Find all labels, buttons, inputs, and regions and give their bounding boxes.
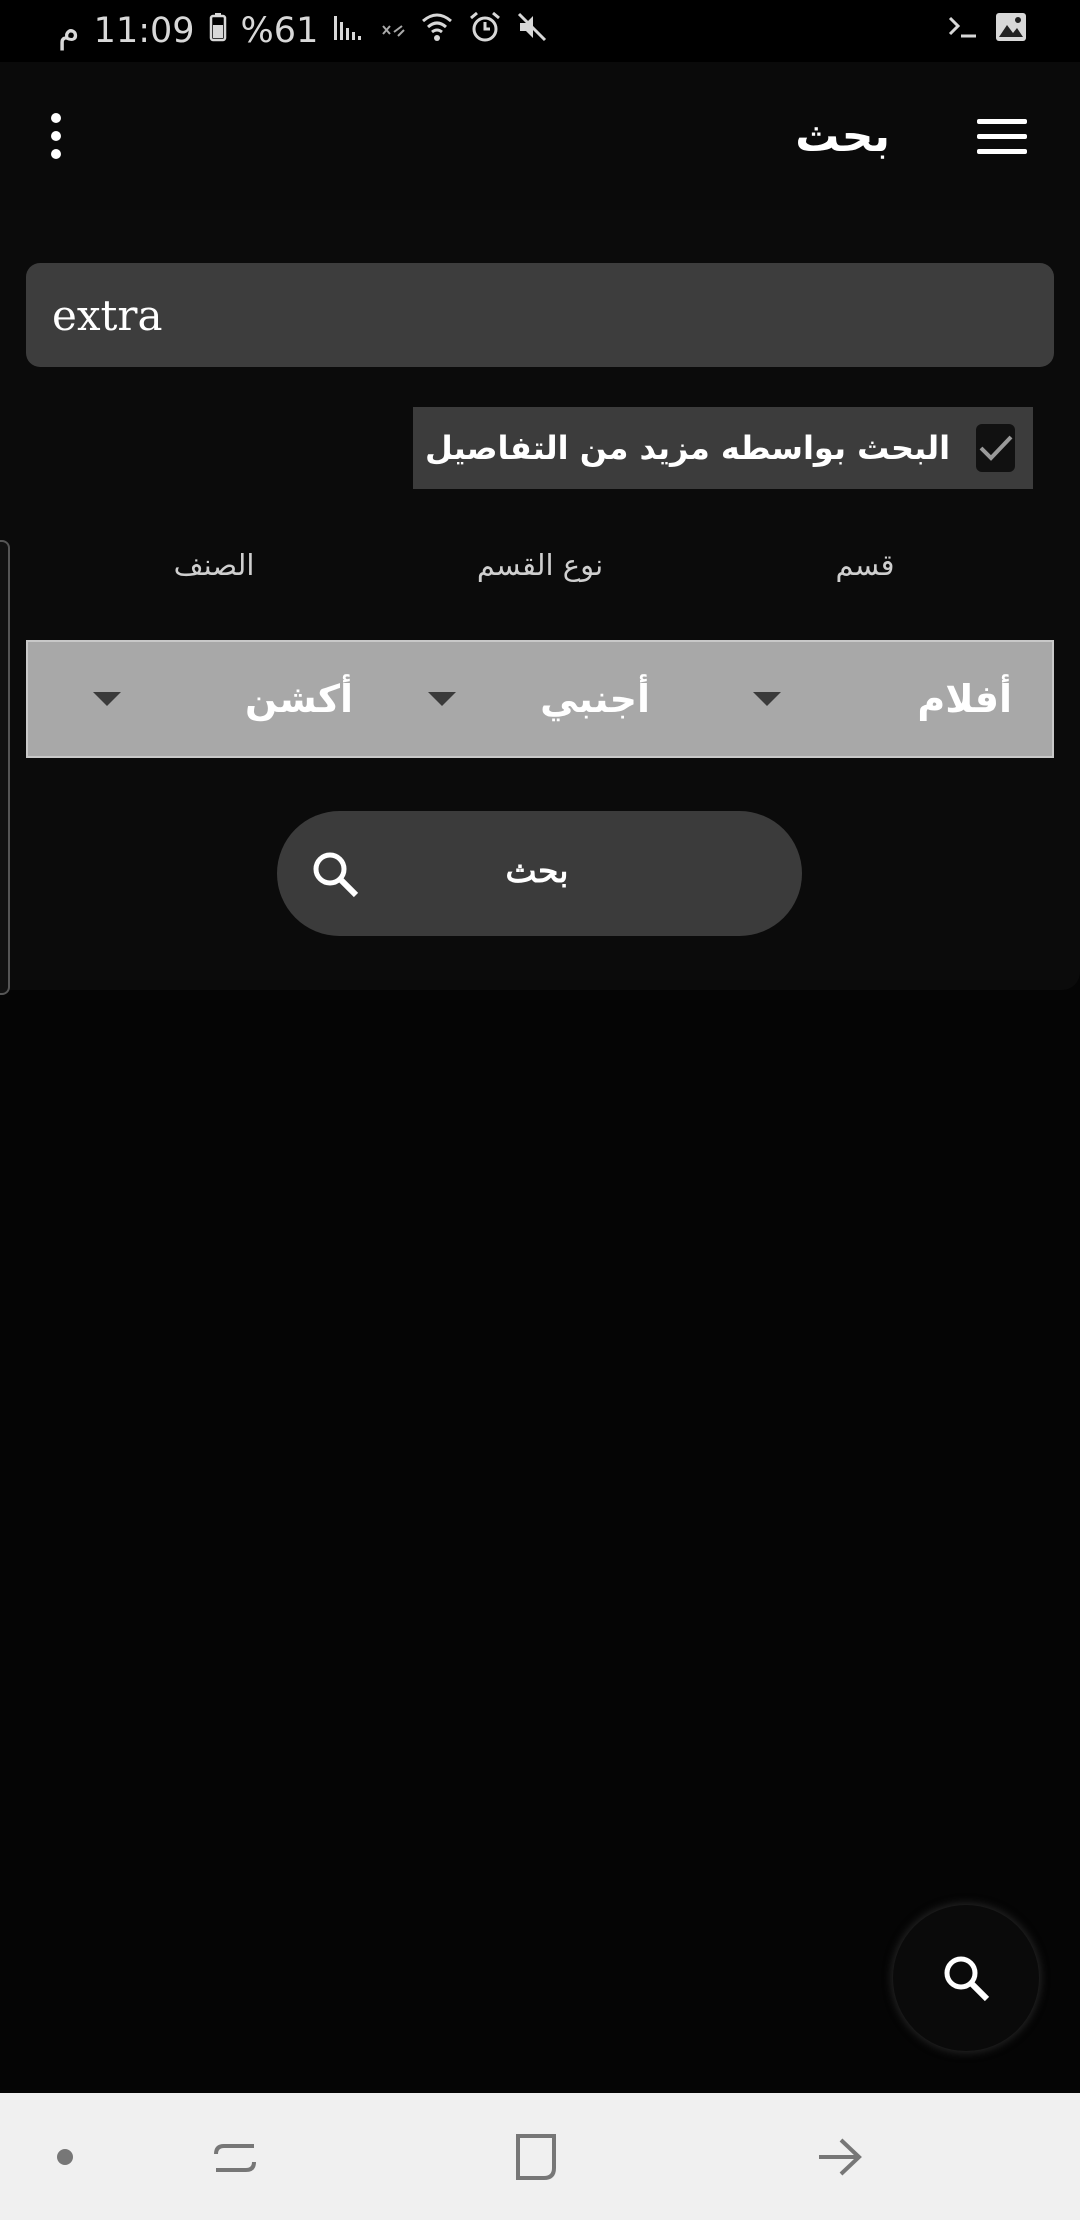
home-icon xyxy=(516,2133,556,2180)
chevron-down-icon xyxy=(428,692,456,706)
dropdown-section-value: أفلام xyxy=(917,677,1012,721)
search-button[interactable]: بحث xyxy=(277,811,802,936)
clock-time: 11:09 xyxy=(93,11,195,51)
nav-dot[interactable] xyxy=(30,2093,100,2220)
detail-search-checkbox[interactable] xyxy=(976,424,1015,472)
battery-percent: %61 xyxy=(240,11,319,51)
recents-icon xyxy=(214,2143,256,2172)
status-right xyxy=(946,11,1028,52)
wifi-icon xyxy=(420,11,454,52)
chevron-down-icon xyxy=(93,692,121,706)
time-period: م xyxy=(58,11,80,51)
page-title: بحث xyxy=(795,110,890,162)
filter-dropdowns: أفلام أجنبي أكشن xyxy=(26,640,1054,758)
signal-icon xyxy=(332,11,366,51)
filter-label-section: قسم xyxy=(835,548,895,582)
status-bar: م 11:09 %61 xyxy=(0,0,1080,62)
back-icon xyxy=(819,2138,862,2175)
dropdown-section-type-value: أجنبي xyxy=(540,677,650,721)
status-left: م 11:09 %61 xyxy=(58,11,548,52)
search-icon xyxy=(944,1956,990,2002)
search-fab[interactable] xyxy=(893,1905,1039,2051)
search-button-label: بحث xyxy=(505,852,569,889)
hamburger-menu-icon[interactable] xyxy=(972,106,1032,166)
filter-labels: قسم نوع القسم الصنف xyxy=(0,548,1080,598)
terminal-icon xyxy=(946,11,980,51)
filter-label-genre: الصنف xyxy=(173,548,255,582)
nav-back[interactable] xyxy=(795,2093,885,2220)
more-vert-icon[interactable] xyxy=(44,106,68,166)
system-nav-bar xyxy=(0,2093,1080,2220)
dropdown-section-type[interactable]: أجنبي xyxy=(406,642,731,756)
drawer-handle[interactable] xyxy=(0,540,10,995)
dropdown-section[interactable]: أفلام xyxy=(731,642,1054,756)
nav-home[interactable] xyxy=(490,2093,580,2220)
app-bar: بحث xyxy=(0,62,1080,210)
detail-search-label: البحث بواسطه مزيد من التفاصيل xyxy=(425,429,951,467)
check-icon xyxy=(979,435,1012,461)
search-input[interactable] xyxy=(26,263,1054,367)
battery-icon xyxy=(209,11,227,51)
mute-icon xyxy=(516,11,548,52)
image-icon xyxy=(994,11,1028,52)
detail-search-option[interactable]: البحث بواسطه مزيد من التفاصيل xyxy=(413,407,1033,489)
dropdown-genre-value: أكشن xyxy=(245,677,353,721)
chevron-down-icon xyxy=(753,692,781,706)
alarm-icon xyxy=(468,11,502,52)
network-off-icon xyxy=(380,11,406,51)
nav-recents[interactable] xyxy=(190,2093,280,2220)
dropdown-genre[interactable]: أكشن xyxy=(28,642,406,756)
search-icon xyxy=(313,852,359,898)
dot-icon xyxy=(57,2148,73,2165)
filter-label-section-type: نوع القسم xyxy=(476,548,604,582)
